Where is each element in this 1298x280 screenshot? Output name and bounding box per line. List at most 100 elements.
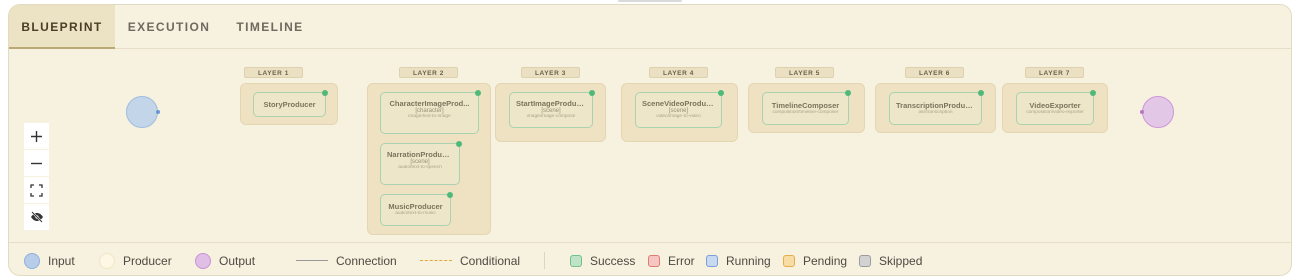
input-swatch <box>24 252 40 269</box>
node-timeline-composer[interactable]: TimelineComposer composition/timeline-co… <box>762 90 851 125</box>
blueprint-panel: BLUEPRINT EXECUTION TIMELINE LAYER 1 Sto… <box>8 4 1292 276</box>
legend-label: Success <box>590 253 636 268</box>
zoom-out-button[interactable] <box>24 150 49 176</box>
output-handle <box>1140 110 1144 114</box>
node-model: image/image-compose <box>526 114 576 119</box>
legend-running: Running <box>706 243 771 275</box>
zoom-in-icon <box>31 130 42 142</box>
skipped-swatch <box>859 254 871 267</box>
error-swatch <box>648 254 660 267</box>
node-name: SceneVideoProducer <box>642 99 718 108</box>
zoom-in-button[interactable] <box>24 123 49 149</box>
layer-5-label: LAYER 5 <box>775 67 834 78</box>
tab-blueprint[interactable]: BLUEPRINT <box>9 5 115 49</box>
legend-label: Producer <box>123 253 172 268</box>
success-status-dot <box>322 90 328 96</box>
node-name: CharacterImageProd... <box>389 99 470 108</box>
success-status-dot <box>456 141 462 147</box>
tab-execution[interactable]: EXECUTION <box>115 5 223 49</box>
legend-divider <box>544 252 545 269</box>
node-start-image-producer[interactable]: StartImageProducer [scene] image/image-c… <box>509 90 595 128</box>
node-model: video/image-to-video <box>656 114 701 119</box>
running-swatch <box>706 254 718 267</box>
legend-label: Output <box>219 253 256 268</box>
layer-5-group: TimelineComposer composition/timeline-co… <box>748 83 865 133</box>
node-model: asr/transcription <box>918 110 953 115</box>
legend-bar: Input Producer Output Connection Conditi… <box>9 242 1291 275</box>
success-status-dot <box>589 90 595 96</box>
layer-2-group: CharacterImageProd... [character] image/… <box>367 83 491 235</box>
node-model: image/text-to-image <box>408 114 451 119</box>
fit-view-icon <box>30 183 43 197</box>
node-name: TimelineComposer <box>771 101 840 110</box>
fit-view-button[interactable] <box>24 177 49 203</box>
input-node[interactable] <box>126 96 160 128</box>
legend-label: Connection <box>336 253 397 268</box>
node-name: VideoExporter <box>1029 101 1081 110</box>
legend-label: Error <box>668 253 695 268</box>
legend-pending: Pending <box>783 243 848 275</box>
layer-2-label: LAYER 2 <box>399 67 458 78</box>
layer-4-group: SceneVideoProducer [scene] video/image-t… <box>621 83 738 142</box>
success-status-dot <box>1090 90 1096 96</box>
canvas-controls <box>24 123 49 231</box>
node-music-producer[interactable]: MusicProducer audio/text-to-music <box>380 192 453 226</box>
node-transcription-producer[interactable]: TranscriptionProducer asr/transcription <box>889 90 984 125</box>
zoom-out-icon <box>31 162 42 164</box>
node-model: composition/video-exporter <box>1026 110 1084 115</box>
node-story-producer[interactable]: StoryProducer <box>253 90 328 117</box>
node-name: MusicProducer <box>388 202 443 211</box>
legend-connection: Connection <box>296 243 397 275</box>
input-handle <box>156 110 160 114</box>
node-name: StoryProducer <box>263 100 316 109</box>
layer-3-label: LAYER 3 <box>521 67 580 78</box>
tab-timeline[interactable]: TIMELINE <box>223 5 317 49</box>
window-grabber <box>618 0 682 2</box>
legend-label: Input <box>48 253 75 268</box>
legend-error: Error <box>648 243 695 275</box>
success-status-dot <box>845 90 851 96</box>
success-status-dot <box>447 192 453 198</box>
node-name: TranscriptionProducer <box>896 101 977 110</box>
node-character-image-producer[interactable]: CharacterImageProd... [character] image/… <box>380 90 481 134</box>
node-narration-producer[interactable]: NarrationProducer [scene] audio/text-to-… <box>380 141 462 185</box>
legend-label: Conditional <box>460 253 521 268</box>
legend-success: Success <box>570 243 636 275</box>
pending-swatch <box>783 254 795 267</box>
success-swatch <box>570 254 582 267</box>
layer-4-label: LAYER 4 <box>649 67 708 78</box>
success-status-dot <box>978 90 984 96</box>
output-swatch <box>195 252 211 269</box>
view-tabs: BLUEPRINT EXECUTION TIMELINE <box>9 5 1291 49</box>
hide-eye-icon <box>30 211 43 223</box>
dashed-line-swatch <box>420 260 452 261</box>
layer-6-label: LAYER 6 <box>905 67 964 78</box>
legend-input: Input <box>24 243 75 275</box>
producer-swatch <box>99 252 115 269</box>
legend-producer: Producer <box>99 243 172 275</box>
node-model: audio/text-to-speech <box>398 165 442 170</box>
success-status-dot <box>475 90 481 96</box>
layer-1-group: StoryProducer <box>240 83 338 125</box>
legend-output: Output <box>195 243 256 275</box>
layer-6-group: TranscriptionProducer asr/transcription <box>875 83 996 133</box>
node-scene-video-producer[interactable]: SceneVideoProducer [scene] video/image-t… <box>635 90 724 128</box>
legend-label: Pending <box>803 253 848 268</box>
legend-label: Running <box>726 253 771 268</box>
graph-canvas[interactable]: LAYER 1 StoryProducer LAYER 2 CharacterI… <box>9 50 1291 237</box>
layer-7-group: VideoExporter composition/video-exporter <box>1002 83 1108 133</box>
success-status-dot <box>718 90 724 96</box>
legend-conditional: Conditional <box>420 243 521 275</box>
layer-3-group: StartImageProducer [scene] image/image-c… <box>495 83 606 142</box>
output-node[interactable] <box>1140 96 1174 128</box>
layer-7-label: LAYER 7 <box>1025 67 1084 78</box>
legend-skipped: Skipped <box>859 243 923 275</box>
node-model: composition/timeline-composer <box>772 110 839 115</box>
toggle-visibility-button[interactable] <box>24 204 49 230</box>
node-video-exporter[interactable]: VideoExporter composition/video-exporter <box>1016 90 1096 125</box>
layer-1-label: LAYER 1 <box>244 67 303 78</box>
legend-label: Skipped <box>879 253 923 268</box>
node-model: audio/text-to-music <box>395 211 436 216</box>
solid-line-swatch <box>296 260 328 261</box>
node-name: NarrationProducer <box>387 150 454 159</box>
